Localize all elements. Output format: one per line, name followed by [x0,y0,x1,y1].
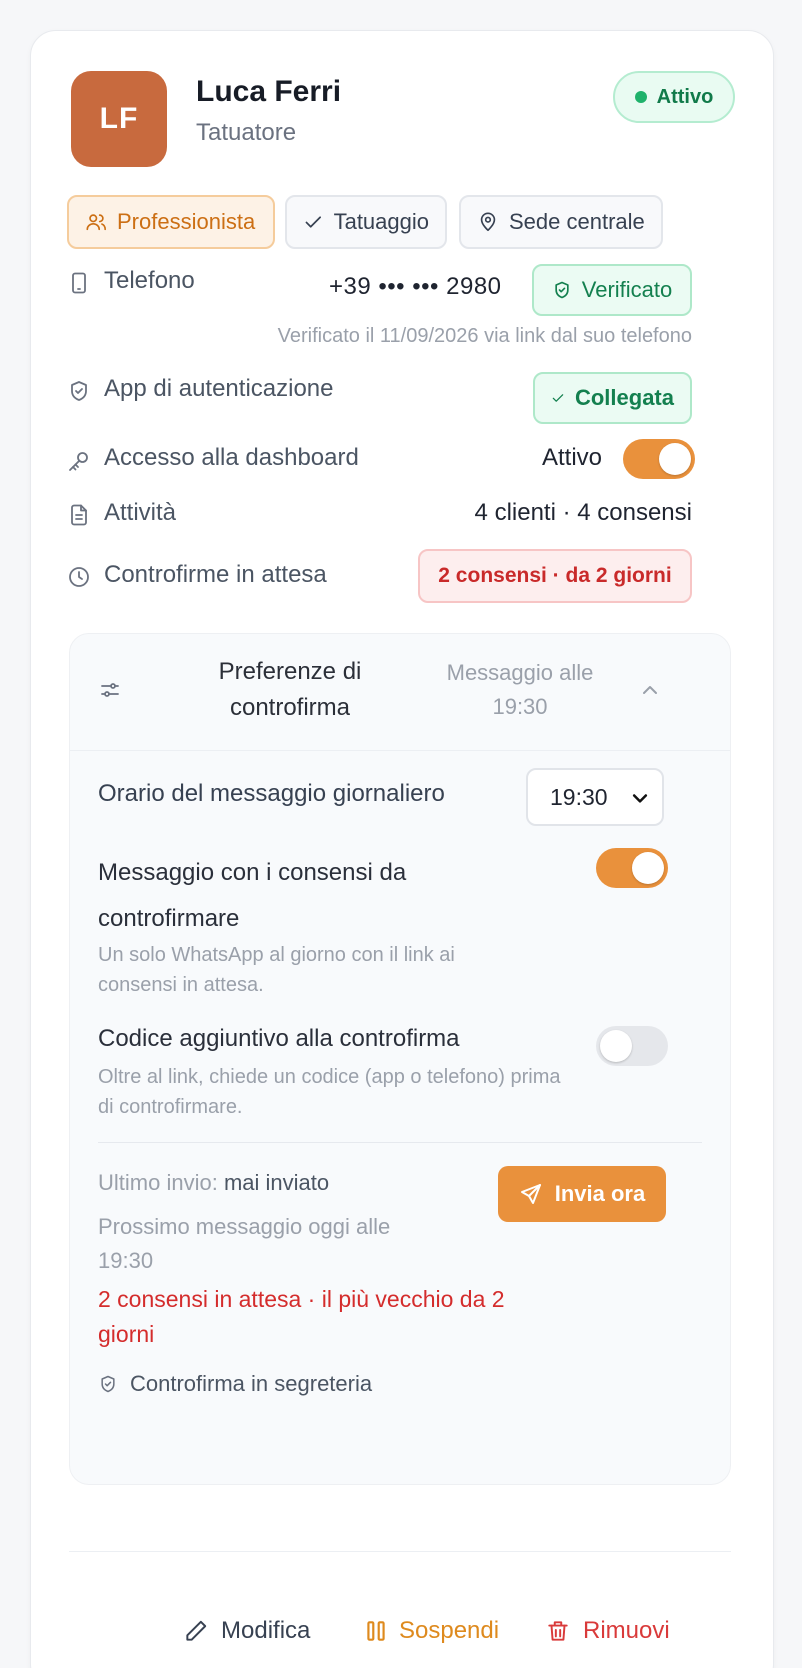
tag-sede: Sede centrale [459,195,663,249]
next-message-text: Prossimo messaggio oggi alle 19:30 [98,1214,391,1273]
toggle-knob [632,852,664,884]
extra-code-title: Codice aggiuntivo alla controfirma [98,1025,460,1052]
tag-label: Professionista [117,209,256,234]
tag-label: Tatuaggio [333,209,429,234]
suspend-button[interactable]: Sospendi [365,1609,499,1653]
shield-icon [71,381,87,401]
fallback-label: Controfirma in segreteria [130,1371,373,1396]
daily-message-title: Messaggio con i consensi da controfirmar… [98,859,407,932]
toggle-knob [600,1030,632,1062]
pending-warning-text: 2 consensi in attesa · il più vecchio da… [98,1286,505,1347]
phone-badge-label: Verificato [581,277,673,302]
activity-value: 4 clienti · 4 consensi [474,499,692,526]
clock-icon [69,567,89,587]
remove-button[interactable]: Rimuovi [545,1609,670,1653]
pencil-icon [186,1620,207,1641]
sliders-icon [101,683,119,697]
toggle-knob [659,443,691,475]
auth-badge-label: Collegata [574,385,674,410]
chevron-down-icon [632,794,648,803]
users-icon [86,214,106,231]
last-send-row: Ultimo invio: mai inviato [98,1170,329,1196]
daily-time-select[interactable]: 19:30 [526,768,664,826]
panel-header-divider [70,750,730,751]
phone-value: +39 ••• ••• 2980 [329,273,502,300]
status-dot-icon [634,91,647,103]
phone-label: Telefono [104,267,195,294]
daily-time-value: 19:30 [550,783,608,810]
panel-title[interactable]: Preferenze di controfirma [180,654,400,726]
avatar: LF [71,71,167,167]
panel-subtitle: Messaggio alle 19:30 [446,660,594,719]
remove-label: Rimuovi [583,1617,670,1644]
activity-label: Attività [104,499,177,526]
document-icon [71,504,87,526]
staff-role: Tatuatore [196,119,297,146]
auth-app-label: App di autenticazione [104,375,334,402]
edit-button[interactable]: Modifica [183,1609,310,1653]
map-pin-icon [480,212,496,232]
dashboard-access-value: Attivo [542,444,603,471]
phone-verified-badge: Verificato [532,264,692,316]
last-send-label: Ultimo invio: [98,1170,218,1195]
daily-message-toggle[interactable] [596,848,668,888]
phone-icon [72,272,86,294]
extra-code-description: Oltre al link, chiede un codice (app o t… [98,1066,561,1118]
pending-countersign-label: Controfirme in attesa [104,561,327,588]
last-send-value: mai inviato [223,1170,330,1195]
send-icon [520,1184,541,1204]
send-now-label: Invia ora [554,1181,646,1206]
panel-divider [98,1142,702,1143]
tag-professionista: Professionista [67,195,275,249]
card-divider [69,1551,731,1552]
pause-icon [367,1621,385,1641]
edit-label: Modifica [221,1617,311,1644]
staff-name: Luca Ferri [196,75,342,108]
extra-code-toggle[interactable] [596,1026,668,1066]
status-badge: Attivo [613,71,735,123]
auth-linked-badge: Collegata [533,372,692,424]
dashboard-access-label: Accesso alla dashboard [104,444,359,471]
phone-verification-note: Verificato il 11/09/2026 via link dal su… [277,325,692,347]
trash-icon [548,1621,568,1641]
tag-tatuaggio: Tatuaggio [285,195,447,249]
daily-message-description: Un solo WhatsApp al giorno con il link a… [98,944,455,996]
daily-time-label: Orario del messaggio giornaliero [98,780,445,807]
shield-icon [101,1375,115,1393]
chevron-up-icon[interactable] [638,678,662,702]
check-icon [305,216,322,228]
staff-card: LF Luca Ferri Tatuatore Attivo Professio… [30,30,774,1668]
dashboard-access-toggle[interactable] [623,439,695,479]
key-icon [69,452,88,471]
send-now-button[interactable]: Invia ora [498,1166,666,1222]
pending-countersign-badge: 2 consensi · da 2 giorni [418,549,692,603]
suspend-label: Sospendi [399,1617,500,1644]
tag-label: Sede centrale [509,209,645,234]
status-label: Attivo [656,85,714,108]
fallback-row: Controfirma in segreteria [98,1371,372,1397]
countersign-preferences-panel: Preferenze di controfirma Messaggio alle… [69,633,731,1485]
check-icon [552,394,564,402]
shield-check-icon [555,281,569,299]
